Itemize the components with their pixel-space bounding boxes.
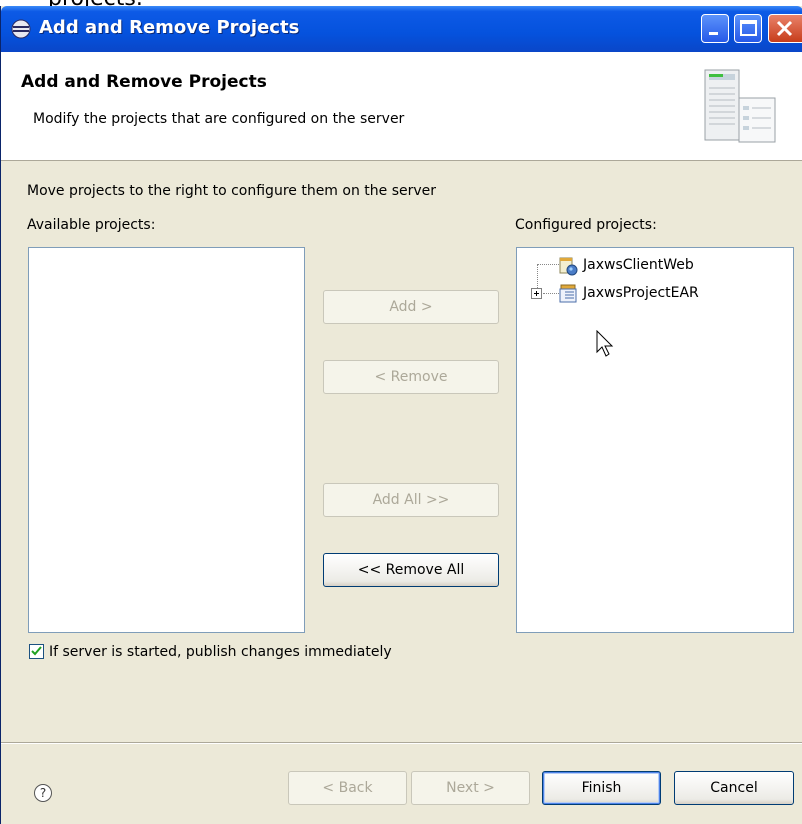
configured-projects-tree[interactable]: JaxwsClientWeb JaxwsProjectEAR bbox=[516, 247, 794, 633]
tree-item-jaxwsclientweb[interactable]: JaxwsClientWeb bbox=[559, 254, 779, 276]
eclipse-icon bbox=[11, 19, 31, 39]
mouse-cursor-icon bbox=[596, 330, 614, 357]
tree-connector bbox=[537, 264, 559, 265]
back-button[interactable]: < Back bbox=[288, 771, 407, 805]
remove-button[interactable]: < Remove bbox=[323, 360, 499, 394]
ear-project-icon bbox=[559, 284, 577, 303]
wizard-header: Add and Remove Projects Modify the proje… bbox=[1, 52, 802, 161]
page-description: Modify the projects that are configured … bbox=[33, 111, 405, 127]
title-bar[interactable]: Add and Remove Projects bbox=[1, 6, 802, 52]
maximize-button[interactable] bbox=[734, 14, 762, 43]
publish-immediately-checkbox[interactable] bbox=[29, 644, 44, 659]
next-button[interactable]: Next > bbox=[411, 771, 530, 805]
tree-item-label: JaxwsClientWeb bbox=[583, 257, 694, 273]
page-title: Add and Remove Projects bbox=[21, 72, 267, 92]
configured-projects-label: Configured projects: bbox=[515, 217, 657, 233]
dialog-window: Add and Remove Projects Add and Remove P… bbox=[0, 6, 802, 824]
tree-connector bbox=[543, 293, 559, 294]
close-button[interactable] bbox=[768, 14, 802, 43]
footer-separator bbox=[1, 742, 802, 744]
minimize-button[interactable] bbox=[701, 14, 729, 43]
available-projects-list[interactable] bbox=[28, 247, 305, 633]
tree-item-jaxwsprojectear[interactable]: JaxwsProjectEAR bbox=[531, 282, 781, 304]
instruction-text: Move projects to the right to configure … bbox=[27, 183, 437, 199]
remove-all-button[interactable]: << Remove All bbox=[323, 553, 499, 587]
window-title: Add and Remove Projects bbox=[39, 17, 300, 38]
server-banner-icon bbox=[704, 69, 776, 143]
add-all-button[interactable]: Add All >> bbox=[323, 483, 499, 517]
expand-icon[interactable] bbox=[531, 288, 543, 300]
add-button[interactable]: Add > bbox=[323, 290, 499, 324]
cancel-button[interactable]: Cancel bbox=[674, 771, 794, 805]
available-projects-label: Available projects: bbox=[27, 217, 156, 233]
finish-button[interactable]: Finish bbox=[542, 771, 661, 805]
help-icon[interactable]: ? bbox=[34, 784, 52, 802]
checkmark-icon bbox=[31, 646, 42, 656]
tree-item-label: JaxwsProjectEAR bbox=[583, 285, 699, 301]
web-project-icon bbox=[559, 257, 578, 276]
minimize-icon bbox=[709, 32, 718, 35]
maximize-icon bbox=[740, 20, 757, 36]
publish-immediately-label: If server is started, publish changes im… bbox=[49, 644, 392, 660]
close-icon bbox=[776, 20, 793, 37]
